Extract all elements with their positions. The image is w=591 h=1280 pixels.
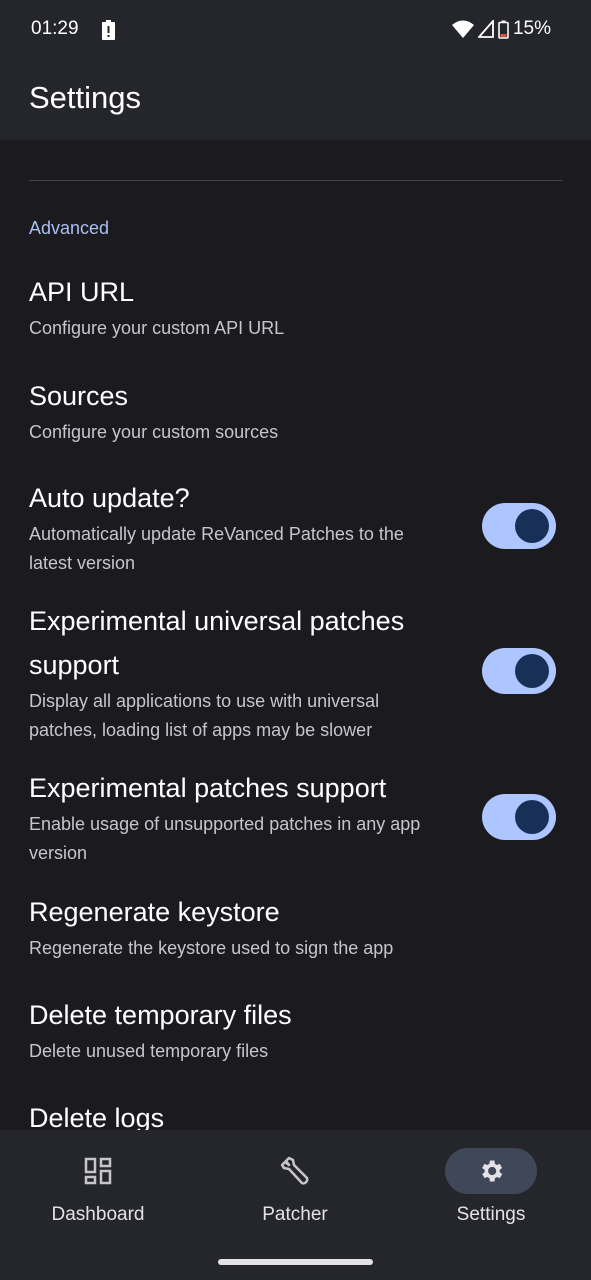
setting-title: Sources <box>29 381 129 411</box>
setting-title: API URL <box>29 277 135 307</box>
setting-sources[interactable]: Sources Configure your custom sources <box>29 374 449 447</box>
wifi-icon <box>451 20 474 38</box>
bottom-navigation: Dashboard Patcher Settings <box>0 1130 591 1280</box>
nav-label: Settings <box>456 1204 526 1225</box>
toggle-knob <box>515 654 549 688</box>
auto-update-toggle[interactable] <box>482 503 556 549</box>
setting-subtitle: Display all applications to use with uni… <box>29 691 380 740</box>
home-gesture-bar[interactable] <box>218 1259 373 1265</box>
dashboard-icon <box>84 1157 112 1185</box>
status-bar: 01:29 15% <box>0 0 591 60</box>
battery-percent: 15% <box>512 18 551 39</box>
wrench-icon <box>280 1156 309 1185</box>
setting-subtitle: Delete unused temporary files <box>29 1041 269 1061</box>
section-header-advanced: Advanced <box>29 218 110 238</box>
setting-api-url[interactable]: API URL Configure your custom API URL <box>29 270 449 343</box>
battery-alert-icon <box>102 20 115 40</box>
settings-list[interactable]: We are online. Advanced API URL Configur… <box>0 140 591 1130</box>
setting-subtitle: Configure your custom API URL <box>29 318 285 338</box>
setting-experimental-patches[interactable]: Experimental patches support Enable usag… <box>29 766 449 868</box>
nav-patcher[interactable]: Patcher <box>230 1148 360 1226</box>
setting-subtitle: Configure your custom sources <box>29 422 279 442</box>
signal-icon <box>477 20 494 38</box>
setting-title: Experimental universal patches support <box>29 606 405 680</box>
nav-dashboard[interactable]: Dashboard <box>33 1148 163 1226</box>
nav-label: Patcher <box>262 1204 328 1225</box>
setting-auto-update[interactable]: Auto update? Automatically update ReVanc… <box>29 476 449 578</box>
setting-delete-temp-files[interactable]: Delete temporary files Delete unused tem… <box>29 993 449 1066</box>
status-time: 01:29 <box>31 18 79 39</box>
toggle-knob <box>515 800 549 834</box>
gear-icon <box>482 1160 503 1182</box>
experimental-universal-toggle[interactable] <box>482 648 556 694</box>
setting-title: Experimental patches support <box>29 773 387 803</box>
setting-experimental-universal[interactable]: Experimental universal patches support D… <box>29 599 449 745</box>
experimental-patches-toggle[interactable] <box>482 794 556 840</box>
setting-title: Delete logs <box>29 1103 165 1130</box>
nav-settings[interactable]: Settings <box>426 1148 556 1226</box>
status-icons: 15% <box>451 18 551 40</box>
divider <box>29 180 562 181</box>
setting-subtitle: Regenerate the keystore used to sign the… <box>29 938 394 958</box>
toggle-knob <box>515 509 549 543</box>
app-bar: Settings <box>0 60 591 140</box>
setting-subtitle: Enable usage of unsupported patches in a… <box>29 814 421 863</box>
online-status-text: We are online. <box>29 140 145 143</box>
page-title: Settings <box>29 80 142 115</box>
setting-regenerate-keystore[interactable]: Regenerate keystore Regenerate the keyst… <box>29 890 449 963</box>
battery-icon <box>498 20 509 39</box>
setting-title: Delete temporary files <box>29 1000 292 1030</box>
setting-title: Auto update? <box>29 483 190 513</box>
nav-label: Dashboard <box>51 1204 145 1225</box>
setting-subtitle: Automatically update ReVanced Patches to… <box>29 524 404 573</box>
setting-delete-logs[interactable]: Delete logs <box>29 1096 449 1130</box>
active-indicator <box>445 1148 537 1194</box>
setting-title: Regenerate keystore <box>29 897 280 927</box>
